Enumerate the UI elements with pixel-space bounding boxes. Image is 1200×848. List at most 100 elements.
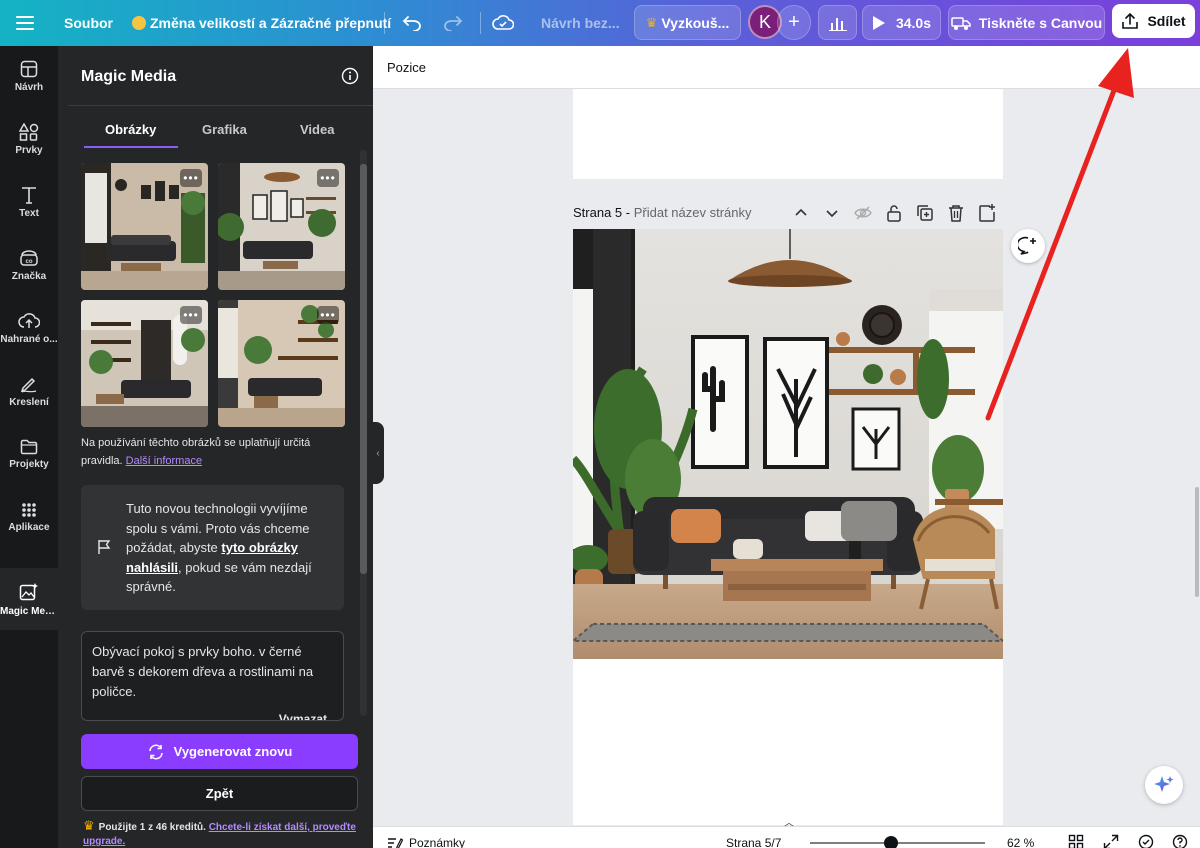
- magic-media-panel: Magic Media Obrázky Grafika Videa ••• ••…: [58, 46, 373, 848]
- info-icon[interactable]: [341, 67, 359, 90]
- zoom-percentage[interactable]: 62 %: [1007, 836, 1034, 848]
- grid-view-icon[interactable]: [1068, 834, 1084, 848]
- collapse-panel-handle[interactable]: ‹: [372, 422, 384, 484]
- chevron-up-icon[interactable]: [790, 202, 812, 224]
- add-comment-button[interactable]: [1011, 229, 1045, 263]
- notes-button[interactable]: Poznámky: [387, 836, 465, 848]
- context-toolbar: Pozice: [373, 46, 1200, 89]
- divider: [480, 12, 481, 34]
- refresh-icon: [148, 744, 163, 759]
- rail-item-label: Aplikace: [8, 521, 50, 533]
- rail-item-label: Značka: [11, 270, 47, 282]
- cloud-upload-icon: [18, 312, 40, 328]
- print-with-canva-button[interactable]: Tiskněte s Canvou: [948, 5, 1105, 40]
- generated-image-3[interactable]: •••: [81, 300, 208, 427]
- rail-item-design[interactable]: Návrh: [0, 48, 58, 104]
- plus-icon: +: [788, 11, 800, 33]
- duplicate-page-icon[interactable]: [914, 202, 936, 224]
- living-room-image[interactable]: [573, 229, 1003, 659]
- more-options-icon[interactable]: •••: [180, 306, 202, 324]
- share-button[interactable]: Sdílet: [1112, 4, 1195, 38]
- rail-item-label: Nahrané o...: [0, 333, 58, 345]
- crown-icon: ♛: [645, 14, 658, 30]
- fullscreen-icon[interactable]: [1103, 834, 1119, 848]
- panel-scrollbar[interactable]: [360, 150, 367, 716]
- upload-share-icon: [1122, 13, 1139, 29]
- page-title-input[interactable]: Přidat název stránky: [634, 205, 752, 220]
- help-icon[interactable]: [1172, 834, 1188, 848]
- left-rail: Návrh Prvky Text co Značka Nahrané o... …: [0, 46, 58, 848]
- chevron-left-icon: ‹: [376, 447, 380, 459]
- regenerate-label: Vygenerovat znovu: [173, 744, 293, 759]
- bottom-bar: Poznámky Strana 5/7 62 %: [373, 826, 1200, 848]
- more-options-icon[interactable]: •••: [317, 306, 339, 324]
- try-label: Vyzkouš...: [661, 14, 730, 31]
- back-button[interactable]: Zpět: [81, 776, 358, 811]
- present-button[interactable]: 34.0s: [862, 5, 941, 40]
- lock-icon[interactable]: [883, 202, 905, 224]
- tab-images[interactable]: Obrázky: [105, 122, 156, 137]
- folder-icon: [20, 439, 38, 454]
- page-4-canvas[interactable]: [573, 89, 1003, 179]
- learn-more-link[interactable]: Další informace: [126, 455, 202, 467]
- notes-label: Poznámky: [409, 836, 466, 848]
- generated-image-2[interactable]: •••: [218, 163, 345, 290]
- rail-item-elements[interactable]: Prvky: [0, 111, 58, 167]
- rail-item-label: Magic Med...: [0, 605, 58, 617]
- tab-videos[interactable]: Videa: [300, 122, 334, 137]
- rail-item-brand[interactable]: co Značka: [0, 237, 58, 293]
- add-collaborator-button[interactable]: +: [777, 5, 811, 40]
- zoom-slider-handle[interactable]: [884, 836, 898, 848]
- svg-text:co: co: [25, 259, 32, 265]
- rail-item-draw[interactable]: Kreslení: [0, 363, 58, 419]
- active-tab-indicator: [84, 146, 178, 148]
- feedback-card: Tuto novou technologii vyvíjíme spolu s …: [81, 485, 344, 610]
- more-options-icon[interactable]: •••: [317, 169, 339, 187]
- tab-graphics[interactable]: Grafika: [202, 122, 247, 137]
- more-options-icon[interactable]: •••: [180, 169, 202, 187]
- usage-notice: Na používání těchto obrázků se uplatňují…: [81, 434, 331, 470]
- page-indicator[interactable]: Strana 5/7: [726, 836, 781, 848]
- canva-assistant-button[interactable]: [1145, 766, 1183, 804]
- page-label: Strana 5 - Přidat název stránky: [573, 205, 752, 220]
- page-5-canvas[interactable]: [573, 229, 1003, 825]
- rail-item-text[interactable]: Text: [0, 174, 58, 230]
- rail-item-magic-media[interactable]: Magic Med...: [0, 568, 58, 630]
- flag-icon: [98, 540, 111, 554]
- regenerate-button[interactable]: Vygenerovat znovu: [81, 734, 358, 769]
- bar-chart-icon: [828, 17, 847, 31]
- page-toolbar: [790, 202, 998, 224]
- hide-page-icon[interactable]: [852, 202, 874, 224]
- trash-icon[interactable]: [945, 202, 967, 224]
- position-button[interactable]: Pozice: [387, 60, 426, 75]
- redo-icon[interactable]: [443, 0, 463, 46]
- clear-prompt-button[interactable]: Vymazat: [279, 712, 327, 720]
- undo-icon[interactable]: [402, 0, 422, 46]
- add-page-icon[interactable]: [976, 202, 998, 224]
- generated-image-4[interactable]: •••: [218, 300, 345, 427]
- credits-text: Použijte 1 z 46 kreditů.: [98, 822, 206, 833]
- rail-item-label: Prvky: [15, 144, 43, 156]
- check-icon[interactable]: [1138, 834, 1154, 848]
- rail-item-label: Text: [19, 207, 39, 219]
- rail-item-apps[interactable]: Aplikace: [0, 489, 58, 545]
- credits-info: ♛ Použijte 1 z 46 kreditů. Chcete-li získ…: [83, 819, 363, 848]
- try-pro-button[interactable]: ♛ Vyzkouš...: [634, 5, 741, 40]
- chevron-up-icon[interactable]: ︿: [782, 814, 796, 829]
- chevron-down-icon[interactable]: [821, 202, 843, 224]
- print-label: Tiskněte s Canvou: [978, 14, 1103, 31]
- rail-item-projects[interactable]: Projekty: [0, 426, 58, 482]
- insights-button[interactable]: [818, 5, 857, 40]
- cloud-save-icon[interactable]: [492, 0, 514, 46]
- panel-title: Magic Media: [81, 68, 177, 85]
- file-menu-button[interactable]: Soubor: [64, 0, 113, 46]
- resize-magic-switch-button[interactable]: Změna velikostí a Zázračné přepnutí: [132, 0, 391, 46]
- canvas-scrollbar[interactable]: [1195, 487, 1199, 597]
- generated-image-1[interactable]: •••: [81, 163, 208, 290]
- prompt-textarea[interactable]: Obývací pokoj s prvky boho. v černé barv…: [81, 631, 344, 721]
- scrollbar-thumb[interactable]: [360, 164, 367, 574]
- rail-item-uploads[interactable]: Nahrané o...: [0, 300, 58, 356]
- design-name-field[interactable]: Návrh bez...: [541, 0, 620, 46]
- hamburger-icon[interactable]: [16, 0, 34, 46]
- apps-grid-icon: [22, 502, 36, 517]
